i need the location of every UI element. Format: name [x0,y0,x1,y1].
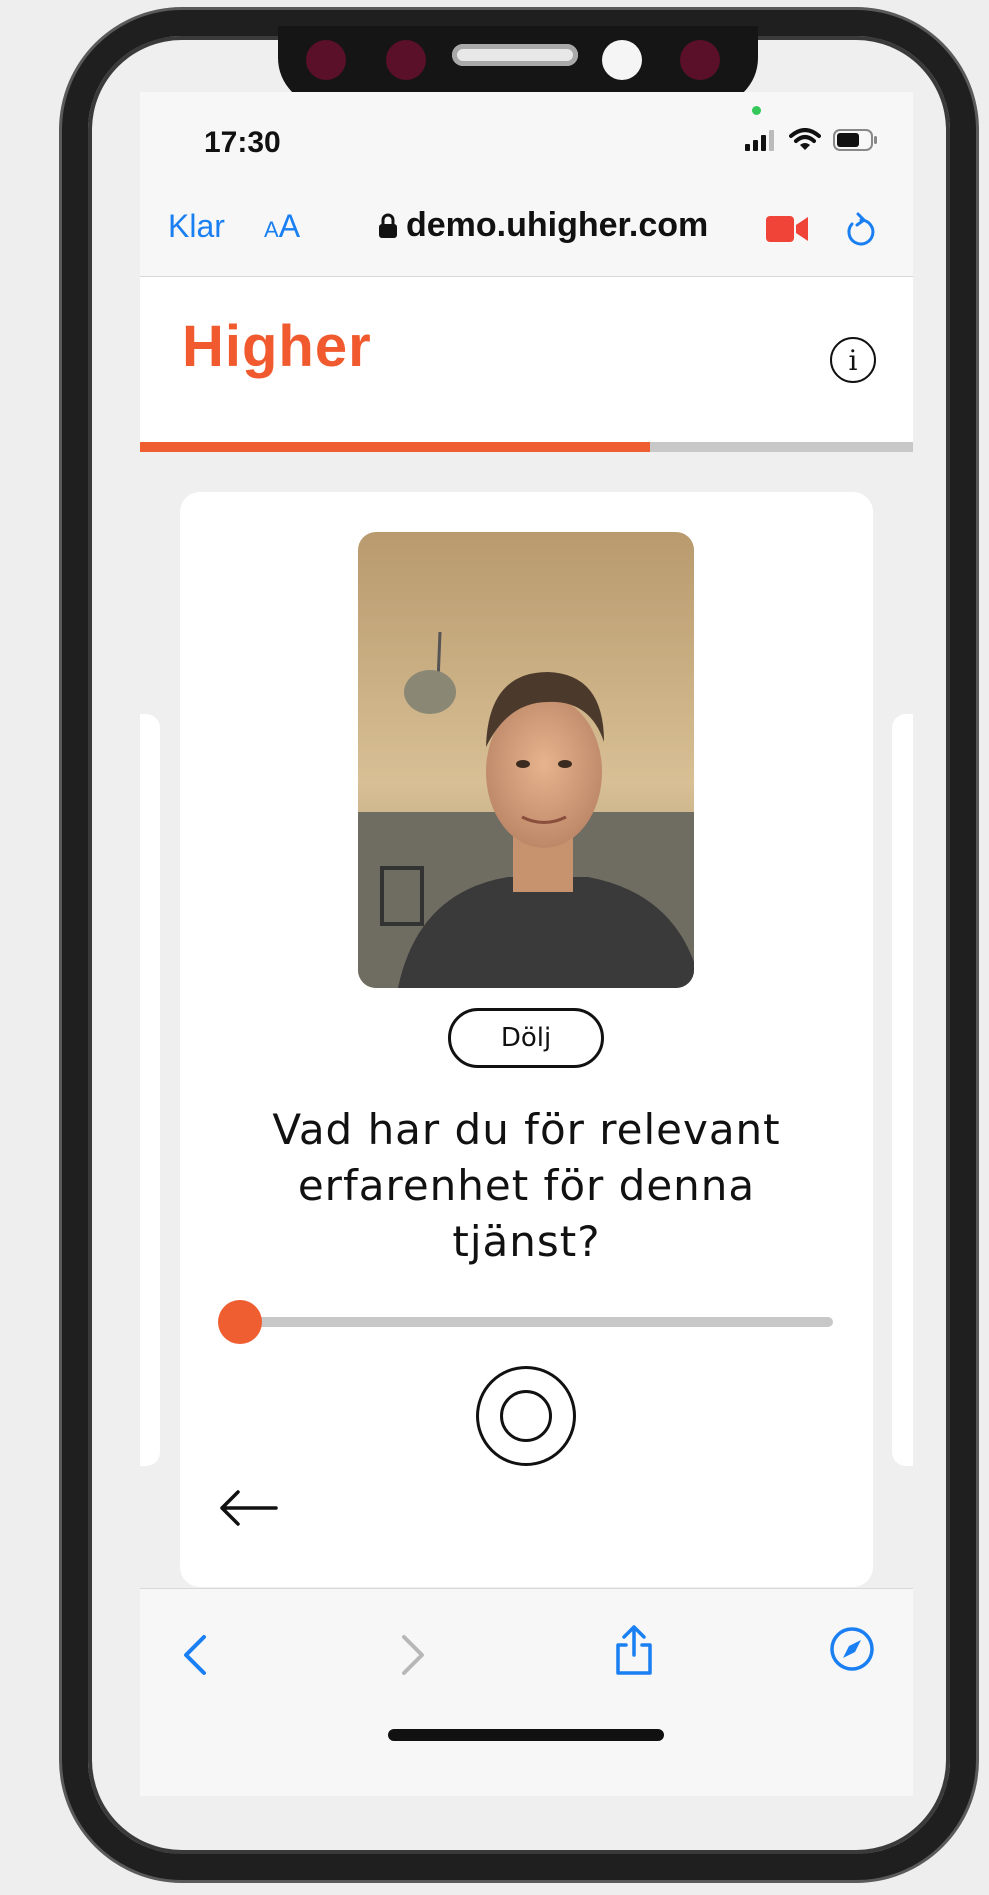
phone-screen: 17:30 Klar AA demo.uhigher.com Higher i … [140,92,913,1796]
app-header: Higher i [140,277,913,445]
done-button[interactable]: Klar [168,208,225,245]
record-icon [500,1390,552,1442]
question-card: Dölj Vad har du för relevant erfarenhet … [180,492,873,1587]
video-camera-icon[interactable] [766,214,810,244]
chevron-right-icon[interactable] [398,1633,428,1677]
front-camera-lens [602,40,642,80]
camera-preview [358,532,694,988]
reload-icon[interactable] [844,210,878,250]
url-text: demo.uhigher.com [406,206,709,244]
browser-address-bar: Klar AA demo.uhigher.com [140,192,913,277]
compass-icon[interactable] [828,1625,876,1673]
status-time: 17:30 [204,126,281,159]
lock-icon [379,213,397,238]
info-button[interactable]: i [830,337,876,383]
answer-timeline-slider[interactable] [218,1300,833,1344]
url-field[interactable]: demo.uhigher.com [378,206,708,245]
sensor-dot [680,40,720,80]
next-card-peek [892,714,913,1466]
mic-indicator-dot [752,106,761,115]
progress-bar [140,442,913,452]
higher-logo: Higher [182,314,372,379]
record-button[interactable] [476,1366,576,1466]
status-bar: 17:30 [140,92,913,192]
browser-toolbar [140,1588,913,1796]
question-text: Vad har du för relevant erfarenhet för d… [272,1105,781,1266]
text-size-button[interactable]: AA [264,208,300,245]
camera-preview-image [358,532,694,988]
hide-camera-button[interactable]: Dölj [448,1008,604,1068]
speaker-grille [452,44,578,66]
home-indicator[interactable] [388,1729,664,1741]
previous-card-peek [140,714,160,1466]
back-arrow-icon[interactable] [216,1488,280,1528]
info-icon: i [848,343,858,377]
share-icon[interactable] [614,1623,654,1677]
progress-bar-fill [140,442,651,452]
chevron-left-icon[interactable] [180,1633,210,1677]
wifi-icon [789,128,821,150]
system-icons [745,128,879,152]
sensor-dot [386,40,426,80]
slider-handle[interactable] [218,1300,262,1344]
battery-icon [833,129,877,151]
sensor-dot [306,40,346,80]
cellular-signal-icon [745,130,774,151]
